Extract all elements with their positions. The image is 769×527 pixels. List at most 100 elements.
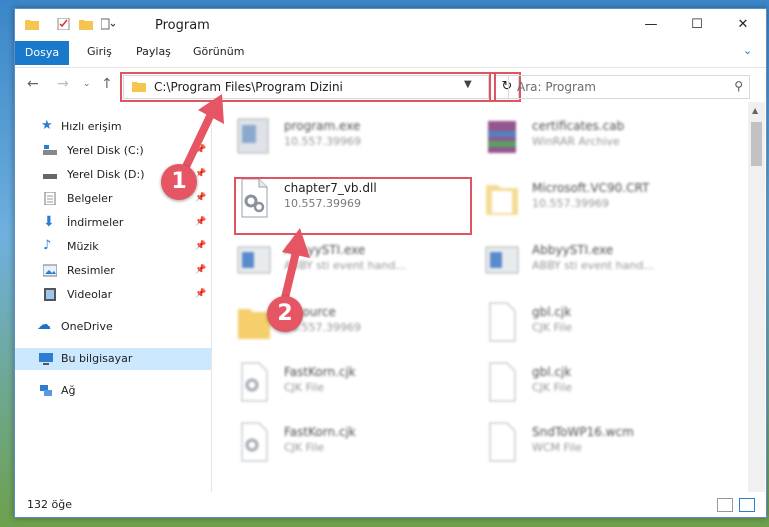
title-bar: Program — ☐ ✕ bbox=[15, 9, 766, 41]
file-name: Microsoft.VC90.CRT bbox=[532, 181, 650, 195]
archive-file-icon bbox=[488, 121, 516, 153]
item-count: 132 öğe bbox=[27, 498, 72, 511]
scroll-up-icon[interactable]: ▲ bbox=[752, 106, 758, 115]
sidebar-item-this-pc[interactable]: Bu bilgisayar bbox=[15, 348, 211, 370]
music-note-icon: ♪ bbox=[43, 238, 52, 253]
sidebar-item-pictures[interactable]: Resimler 📌 bbox=[15, 260, 211, 282]
file-name: gbl.cjk bbox=[532, 365, 572, 379]
folder-icon bbox=[25, 20, 39, 30]
settings-file-icon bbox=[241, 362, 268, 402]
generic-file-icon bbox=[489, 362, 516, 402]
sidebar-item-local-disk-c[interactable]: Yerel Disk (C:) 📌 bbox=[15, 140, 211, 162]
sidebar-item-network[interactable]: Ağ bbox=[15, 380, 211, 402]
drive-icon bbox=[43, 174, 57, 179]
file-name: FastKorn.cjk bbox=[284, 365, 356, 379]
tab-share[interactable]: Paylaş bbox=[136, 45, 171, 58]
chevron-down-icon[interactable]: ⌄ bbox=[743, 44, 752, 57]
file-tile[interactable]: gbl.cjk CJK File bbox=[460, 293, 700, 349]
cloud-icon: ☁ bbox=[37, 317, 51, 333]
videos-icon bbox=[44, 288, 56, 301]
file-detail: CJK File bbox=[532, 381, 573, 394]
tab-home[interactable]: Giriş bbox=[87, 45, 112, 58]
up-arrow-icon[interactable]: ↑ bbox=[101, 76, 113, 92]
file-detail: 10.557.39969 bbox=[284, 135, 361, 148]
generic-file-icon bbox=[489, 422, 516, 462]
file-name: SndToWP16.wcm bbox=[532, 425, 634, 439]
file-detail: ABBY sti event hand... bbox=[284, 259, 406, 272]
tab-file[interactable]: Dosya bbox=[15, 41, 69, 65]
network-icon bbox=[40, 385, 52, 396]
sidebar-item-quick-access[interactable]: ★ Hızlı erişim bbox=[15, 116, 211, 138]
search-placeholder: Ara: Program bbox=[517, 80, 596, 94]
pictures-icon bbox=[43, 264, 57, 277]
status-bar: 132 öğe bbox=[15, 492, 766, 517]
vertical-scrollbar[interactable]: ▲ bbox=[748, 102, 765, 492]
file-tile[interactable]: FastKorn.cjk CJK File bbox=[212, 413, 452, 469]
new-folder-icon[interactable] bbox=[79, 18, 93, 30]
pin-icon: 📌 bbox=[195, 193, 207, 203]
sidebar-item-downloads[interactable]: ⬇ İndirmeler 📌 bbox=[15, 212, 211, 234]
file-name: gbl.cjk bbox=[532, 305, 572, 319]
sidebar-item-label: Ağ bbox=[61, 384, 76, 397]
pin-icon: 📌 bbox=[195, 241, 207, 251]
generic-file-icon bbox=[489, 302, 516, 342]
sidebar-item-label: Yerel Disk (C:) bbox=[67, 144, 144, 157]
properties-icon[interactable] bbox=[57, 18, 71, 30]
pin-icon: 📌 bbox=[195, 217, 207, 227]
file-tile[interactable]: certificates.cab WinRAR Archive bbox=[460, 107, 700, 163]
dll-highlight-box bbox=[234, 177, 472, 235]
maximize-button[interactable]: ☐ bbox=[674, 9, 720, 41]
navigation-bar: ← → ⌄ ↑ C:\Program Files\Program Dizini … bbox=[15, 67, 766, 102]
large-icons-view-icon[interactable] bbox=[739, 498, 755, 512]
search-input[interactable]: Ara: Program ⚲ bbox=[508, 75, 750, 99]
forward-arrow-icon[interactable]: → bbox=[57, 76, 69, 92]
folder-icon bbox=[238, 309, 270, 339]
sidebar-item-label: Resimler bbox=[67, 264, 115, 277]
file-tile[interactable]: gbl.cjk CJK File bbox=[460, 353, 700, 409]
folder-icon bbox=[486, 185, 518, 215]
details-view-icon[interactable] bbox=[717, 498, 733, 512]
file-tile[interactable]: SndToWP16.wcm WCM File bbox=[460, 413, 700, 469]
file-tile[interactable]: AbbyySTI.exe ABBY sti event hand... bbox=[460, 231, 700, 287]
file-detail: ABBY sti event hand... bbox=[532, 259, 654, 272]
file-tile[interactable]: program.exe 10.557.39969 bbox=[212, 107, 452, 163]
star-icon: ★ bbox=[41, 118, 53, 133]
sidebar-item-label: Hızlı erişim bbox=[61, 120, 122, 133]
recent-locations-icon[interactable]: ⌄ bbox=[83, 79, 91, 89]
file-detail: CJK File bbox=[532, 321, 573, 334]
customize-toolbar-icon[interactable] bbox=[101, 18, 115, 30]
sidebar-item-videos[interactable]: Videolar 📌 bbox=[15, 284, 211, 306]
file-name: AbbyySTI.exe bbox=[532, 243, 614, 257]
computer-icon bbox=[39, 353, 53, 365]
exe-file-icon bbox=[485, 246, 519, 274]
file-detail: WinRAR Archive bbox=[532, 135, 620, 148]
file-tile[interactable]: resource 10.557.39969 bbox=[212, 293, 452, 349]
file-detail: CJK File bbox=[284, 381, 325, 394]
sidebar-item-onedrive[interactable]: ☁ OneDrive bbox=[15, 316, 211, 338]
file-name: AbbyySTI.exe bbox=[284, 243, 366, 257]
close-button[interactable]: ✕ bbox=[720, 9, 766, 41]
explorer-window: Program — ☐ ✕ Dosya Giriş Paylaş Görünüm… bbox=[14, 8, 767, 518]
drive-icon bbox=[43, 145, 57, 155]
sidebar-item-label: Yerel Disk (D:) bbox=[67, 168, 145, 181]
sidebar-item-label: Belgeler bbox=[67, 192, 113, 205]
sidebar-item-label: İndirmeler bbox=[67, 216, 124, 229]
address-highlight-box bbox=[120, 72, 496, 102]
file-name: program.exe bbox=[284, 119, 361, 133]
file-name: FastKorn.cjk bbox=[284, 425, 356, 439]
pin-icon: 📌 bbox=[195, 265, 207, 275]
download-arrow-icon: ⬇ bbox=[43, 214, 55, 230]
exe-file-icon bbox=[237, 246, 271, 274]
scrollbar-thumb[interactable] bbox=[751, 122, 762, 166]
file-tile[interactable]: Microsoft.VC90.CRT 10.557.39969 bbox=[460, 169, 700, 225]
sidebar-item-music[interactable]: ♪ Müzik 📌 bbox=[15, 236, 211, 258]
sidebar-item-label: Videolar bbox=[67, 288, 113, 301]
minimize-button[interactable]: — bbox=[628, 9, 674, 41]
file-tile[interactable]: AbbyySTI.exe ABBY sti event hand... bbox=[212, 231, 452, 287]
tab-view[interactable]: Görünüm bbox=[193, 45, 244, 58]
navigation-pane: ★ Hızlı erişim Yerel Disk (C:) 📌 Yerel D… bbox=[15, 102, 212, 492]
back-arrow-icon[interactable]: ← bbox=[27, 76, 39, 92]
file-detail: CJK File bbox=[284, 441, 325, 454]
file-tile[interactable]: FastKorn.cjk CJK File bbox=[212, 353, 452, 409]
callout-badge-1: 1 bbox=[161, 164, 197, 200]
